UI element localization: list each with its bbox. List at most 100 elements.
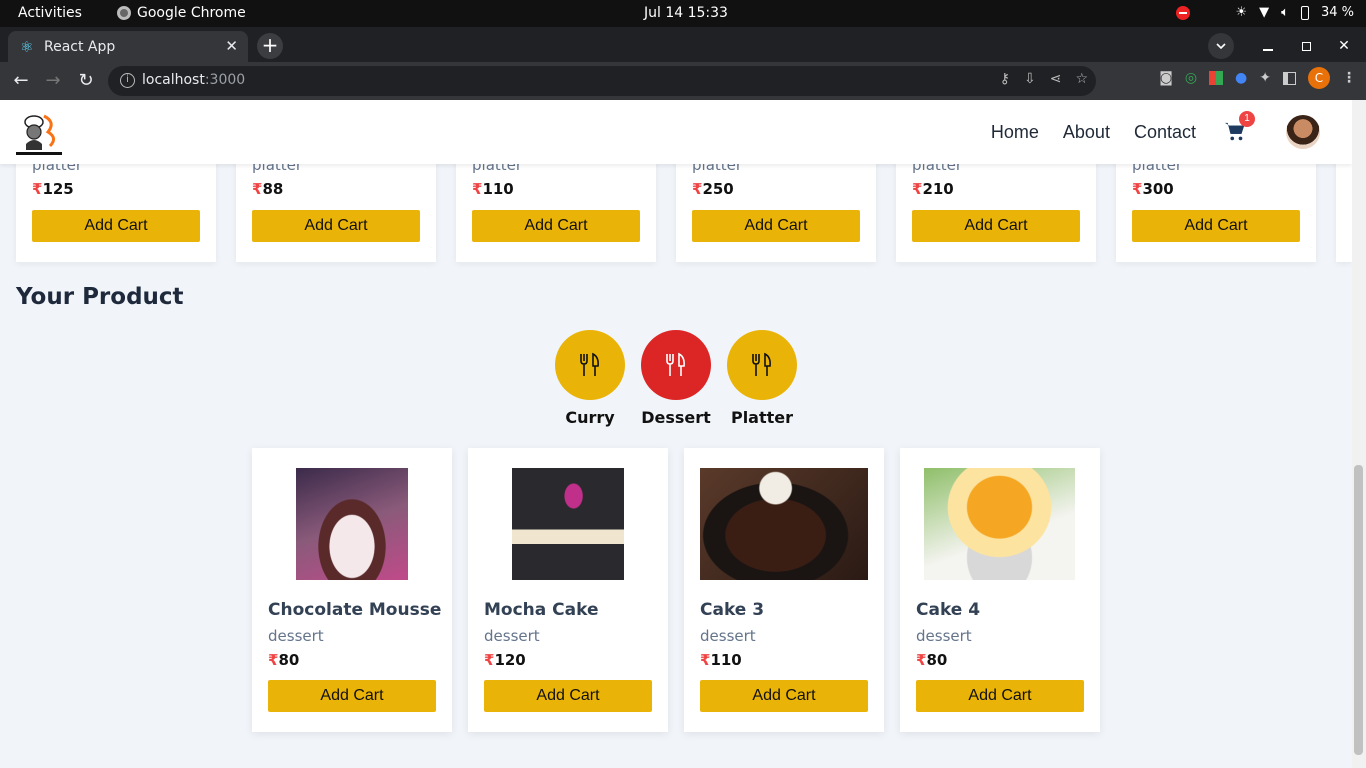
- target-extension-icon[interactable]: ◎: [1185, 70, 1197, 86]
- bookmark-star-icon[interactable]: ☆: [1075, 71, 1088, 87]
- restore-icon: [1301, 41, 1311, 51]
- active-app-indicator[interactable]: Google Chrome: [117, 5, 246, 21]
- site-logo[interactable]: [16, 110, 62, 156]
- forward-arrow-icon: →: [45, 70, 61, 91]
- product-price: ₹250: [692, 180, 734, 198]
- back-arrow-icon: ←: [13, 70, 29, 91]
- address-bar[interactable]: i localhost:3000 ⚷ ⇩ ⋖ ☆: [108, 66, 1096, 96]
- window-controls: ✕: [1208, 33, 1358, 59]
- site-header: Home About Contact 1: [0, 100, 1352, 164]
- product-name: Cake 4: [916, 600, 981, 620]
- product-category: dessert: [916, 627, 972, 645]
- cake-3-image: [700, 468, 868, 580]
- add-cart-button[interactable]: Add Cart: [1132, 210, 1300, 242]
- tab-search-button[interactable]: [1208, 33, 1234, 59]
- product-price: ₹110: [472, 180, 514, 198]
- section-title: Your Product: [16, 284, 184, 310]
- side-panel-icon[interactable]: [1283, 71, 1296, 85]
- add-cart-button[interactable]: Add Cart: [700, 680, 868, 712]
- nav-about-link[interactable]: About: [1063, 122, 1110, 143]
- add-cart-button[interactable]: Add Cart: [472, 210, 640, 242]
- filter-circle-active[interactable]: [641, 330, 711, 400]
- filter-label: Dessert: [641, 408, 711, 427]
- filter-circle[interactable]: [555, 330, 625, 400]
- browser-tab-bar: ⚛ React App ✕: [0, 27, 1366, 62]
- scrollbar-thumb[interactable]: [1354, 465, 1363, 755]
- new-tab-button[interactable]: +: [257, 33, 283, 59]
- user-avatar[interactable]: [1286, 115, 1320, 149]
- chrome-icon: [117, 6, 131, 20]
- reload-button[interactable]: ↻: [73, 69, 99, 93]
- clock[interactable]: Jul 14 15:33: [644, 5, 728, 21]
- close-icon: ✕: [1338, 38, 1350, 54]
- close-tab-icon[interactable]: ✕: [225, 37, 238, 55]
- globe-extension-icon[interactable]: ●: [1235, 70, 1247, 86]
- forward-button[interactable]: →: [40, 69, 66, 93]
- add-cart-button[interactable]: Add Cart: [268, 680, 436, 712]
- reload-icon: ↻: [78, 70, 94, 91]
- add-cart-button[interactable]: Add Cart: [916, 680, 1084, 712]
- product-name: Cake 3: [700, 600, 765, 620]
- nav-contact-link[interactable]: Contact: [1134, 122, 1196, 143]
- add-cart-button[interactable]: Add Cart: [484, 680, 652, 712]
- product-price: ₹300: [1132, 180, 1174, 198]
- restore-button[interactable]: [1292, 34, 1320, 58]
- extensions-area: ◙ ◎ ● ✦ C ⋮: [1159, 67, 1356, 89]
- product-card: Cake 4 dessert ₹80 Add Cart: [900, 448, 1100, 732]
- product-price: ₹88: [252, 180, 284, 198]
- share-icon[interactable]: ⋖: [1050, 71, 1062, 87]
- product-name: Mocha Cake: [484, 600, 599, 620]
- nav-home-link[interactable]: Home: [991, 122, 1039, 143]
- product-price: ₹125: [32, 180, 74, 198]
- system-tray[interactable]: ☀ ▼ 🔈︎ 34 %: [1175, 5, 1354, 20]
- key-icon[interactable]: ⚷: [1000, 71, 1010, 87]
- product-card: Chocolate Mousse dessert ₹80 Add Cart: [252, 448, 452, 732]
- minimize-button[interactable]: [1254, 34, 1282, 58]
- cart-count-badge: 1: [1239, 111, 1255, 127]
- product-name: Chocolate Mousse: [268, 600, 442, 620]
- filter-circle[interactable]: [727, 330, 797, 400]
- wifi-icon: ▼: [1259, 5, 1270, 20]
- os-top-bar: Activities Google Chrome Jul 14 15:33 ☀ …: [0, 0, 1366, 27]
- add-cart-button[interactable]: Add Cart: [32, 210, 200, 242]
- filter-dessert[interactable]: Dessert: [641, 330, 711, 427]
- react-favicon-icon: ⚛: [20, 38, 34, 56]
- filter-curry[interactable]: Curry: [555, 330, 625, 427]
- close-window-button[interactable]: ✕: [1330, 34, 1358, 58]
- product-category: dessert: [268, 627, 324, 645]
- install-icon[interactable]: ⇩: [1024, 71, 1036, 87]
- product-category: dessert: [700, 627, 756, 645]
- puzzle-icon[interactable]: ✦: [1259, 70, 1271, 86]
- activities-button[interactable]: Activities: [18, 5, 82, 21]
- chocolate-mousse-image: [296, 468, 408, 580]
- camera-extension-icon[interactable]: ◙: [1159, 70, 1173, 86]
- product-price: ₹110: [700, 651, 742, 669]
- url-text: localhost:3000: [142, 72, 246, 88]
- profile-avatar[interactable]: C: [1308, 67, 1330, 89]
- battery-percent: 34 %: [1320, 5, 1354, 20]
- cutlery-icon: [752, 352, 771, 376]
- do-not-disturb-icon: [1175, 5, 1190, 20]
- back-button[interactable]: ←: [8, 69, 34, 93]
- filter-platter[interactable]: Platter: [727, 330, 797, 427]
- grid-extension-icon[interactable]: [1209, 71, 1224, 85]
- tab-title: React App: [44, 39, 116, 55]
- product-card: Cake 3 dessert ₹110 Add Cart: [684, 448, 884, 732]
- category-filters: Curry Dessert Platter: [555, 330, 797, 427]
- address-bar-actions: ⚷ ⇩ ⋖ ☆: [1000, 71, 1088, 87]
- volume-icon: 🔈︎: [1281, 5, 1289, 20]
- browser-tab[interactable]: ⚛ React App ✕: [8, 31, 248, 62]
- menu-icon[interactable]: ⋮: [1342, 70, 1356, 86]
- cart-button[interactable]: 1: [1224, 111, 1255, 143]
- site-info-icon[interactable]: i: [120, 73, 135, 88]
- main-nav: Home About Contact 1: [991, 100, 1320, 164]
- add-cart-button[interactable]: Add Cart: [252, 210, 420, 242]
- product-category: dessert: [484, 627, 540, 645]
- minimize-icon: [1263, 49, 1273, 51]
- battery-icon: [1300, 5, 1309, 20]
- page-scrollbar[interactable]: [1352, 100, 1366, 768]
- add-cart-button[interactable]: Add Cart: [912, 210, 1080, 242]
- cutlery-icon: [666, 352, 685, 376]
- add-cart-button[interactable]: Add Cart: [692, 210, 860, 242]
- cutlery-icon: [580, 352, 599, 376]
